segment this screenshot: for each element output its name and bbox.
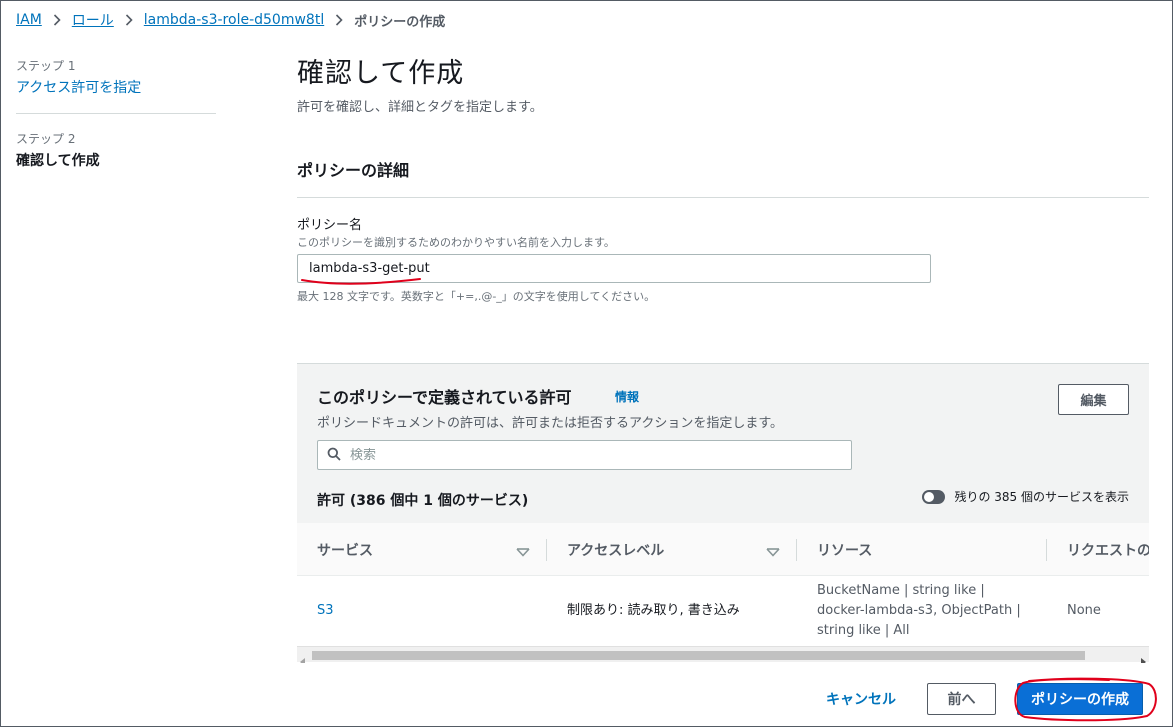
breadcrumb-role-link[interactable]: lambda-s3-role-d50mw8tl bbox=[144, 12, 324, 28]
permissions-title: このポリシーで定義されている許可 bbox=[317, 388, 572, 407]
column-header-access-level[interactable]: アクセスレベル bbox=[547, 523, 797, 576]
create-policy-button[interactable]: ポリシーの作成 bbox=[1017, 683, 1143, 715]
chevron-right-icon bbox=[53, 14, 61, 26]
table-row: S3 制限あり: 読み取り, 書き込み BucketName | string … bbox=[297, 576, 1149, 645]
column-header-label: リソース bbox=[817, 542, 873, 559]
chevron-right-icon bbox=[125, 14, 133, 26]
breadcrumb-iam-link[interactable]: IAM bbox=[16, 12, 42, 28]
previous-button[interactable]: 前へ bbox=[927, 683, 996, 715]
step-2-number: ステップ 2 bbox=[16, 132, 76, 146]
info-link[interactable]: 情報 bbox=[615, 388, 639, 405]
breadcrumb-current: ポリシーの作成 bbox=[354, 14, 446, 30]
service-link[interactable]: S3 bbox=[297, 601, 547, 621]
request-condition-cell: None bbox=[1067, 602, 1101, 618]
search-icon bbox=[327, 446, 341, 465]
policy-details-title: ポリシーの詳細 bbox=[297, 161, 410, 180]
policy-name-label: ポリシー名 bbox=[297, 218, 363, 233]
toggle-label: 残りの 385 個のサービスを表示 bbox=[954, 490, 1129, 504]
chevron-right-icon bbox=[335, 14, 343, 26]
wizard-steps: ステップ 1 アクセス許可を指定 ステップ 2 確認して作成 bbox=[16, 57, 216, 170]
scrollbar-thumb[interactable] bbox=[312, 651, 1085, 660]
table-header: サービス アクセスレベル リソース リクエストの bbox=[297, 523, 1149, 576]
horizontal-scrollbar[interactable] bbox=[297, 646, 1149, 663]
column-header-label: アクセスレベル bbox=[567, 542, 665, 559]
step-1-number: ステップ 1 bbox=[16, 59, 76, 73]
column-header-service[interactable]: サービス bbox=[297, 523, 547, 576]
policy-name-description: このポリシーを識別するためのわかりやすい名前を入力します。 bbox=[297, 236, 615, 249]
permissions-description: ポリシードキュメントの許可は、許可または拒否するアクションを指定します。 bbox=[317, 416, 784, 431]
sort-caret-down-icon[interactable] bbox=[516, 545, 530, 561]
resource-cell: BucketName | string like | docker-lambda… bbox=[817, 582, 1021, 638]
breadcrumb: IAM ロール lambda-s3-role-d50mw8tl ポリシーの作成 bbox=[16, 10, 445, 30]
page-title: 確認して作成 bbox=[297, 58, 465, 89]
access-level-cell: 制限あり: 読み取り, 書き込み bbox=[567, 602, 740, 618]
step-2-label: 確認して作成 bbox=[16, 153, 100, 169]
policy-name-constraint: 最大 128 文字です。英数字と「+=,.@-_」の文字を使用してください。 bbox=[297, 290, 656, 303]
toggle-switch[interactable] bbox=[922, 489, 946, 504]
permissions-panel: このポリシーで定義されている許可 情報 ポリシードキュメントの許可は、許可または… bbox=[297, 363, 1149, 663]
breadcrumb-roles-link[interactable]: ロール bbox=[72, 10, 114, 30]
red-underline-annotation bbox=[301, 278, 421, 285]
section-divider bbox=[297, 197, 1149, 198]
allow-services-title: 許可 (386 個中 1 個のサービス) bbox=[317, 493, 529, 509]
scroll-right-arrow-icon[interactable] bbox=[1140, 651, 1146, 663]
column-header-label: サービス bbox=[317, 542, 373, 559]
step-1-link[interactable]: アクセス許可を指定 bbox=[16, 77, 216, 97]
scroll-left-arrow-icon[interactable] bbox=[300, 651, 306, 663]
search-box[interactable] bbox=[317, 440, 852, 470]
column-header-request[interactable]: リクエストの bbox=[1047, 523, 1149, 576]
show-remaining-toggle[interactable]: 残りの 385 個のサービスを表示 bbox=[922, 488, 1129, 505]
column-header-resource[interactable]: リソース bbox=[797, 523, 1047, 576]
edit-button[interactable]: 編集 bbox=[1058, 384, 1129, 415]
search-input[interactable] bbox=[350, 447, 830, 463]
step-divider bbox=[16, 113, 216, 114]
permissions-table: サービス アクセスレベル リソース リクエストの S3 制限あり: 読み取り, … bbox=[297, 523, 1149, 663]
page-description: 許可を確認し、詳細とタグを指定します。 bbox=[297, 100, 543, 115]
column-header-label: リクエストの bbox=[1067, 542, 1149, 559]
cancel-button[interactable]: キャンセル bbox=[811, 684, 911, 714]
sort-caret-down-icon[interactable] bbox=[766, 545, 780, 561]
